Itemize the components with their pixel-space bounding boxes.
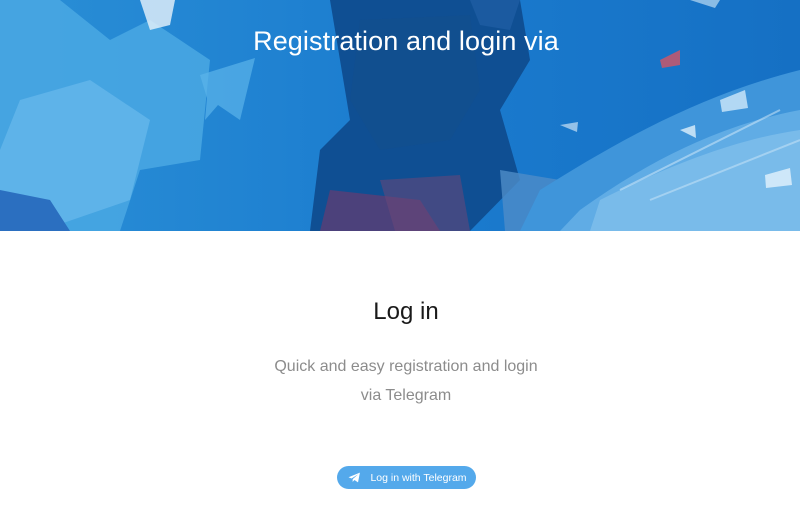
telegram-login-button[interactable]: Log in with Telegram: [337, 466, 476, 489]
login-heading: Log in: [373, 298, 439, 325]
login-description: Quick and easy registration and login vi…: [12, 352, 800, 410]
login-description-line-1: Quick and easy registration and login: [274, 358, 538, 375]
hero-title: Registration and login via: [253, 26, 559, 56]
telegram-plane-icon: [348, 472, 361, 483]
telegram-login-label: Log in with Telegram: [370, 471, 467, 484]
login-page: Registration and login via Log in Quick …: [0, 0, 800, 530]
login-section: Log in Quick and easy registration and l…: [0, 231, 800, 530]
hero-banner: Registration and login via: [0, 0, 800, 231]
login-description-line-2: via Telegram: [360, 387, 452, 404]
